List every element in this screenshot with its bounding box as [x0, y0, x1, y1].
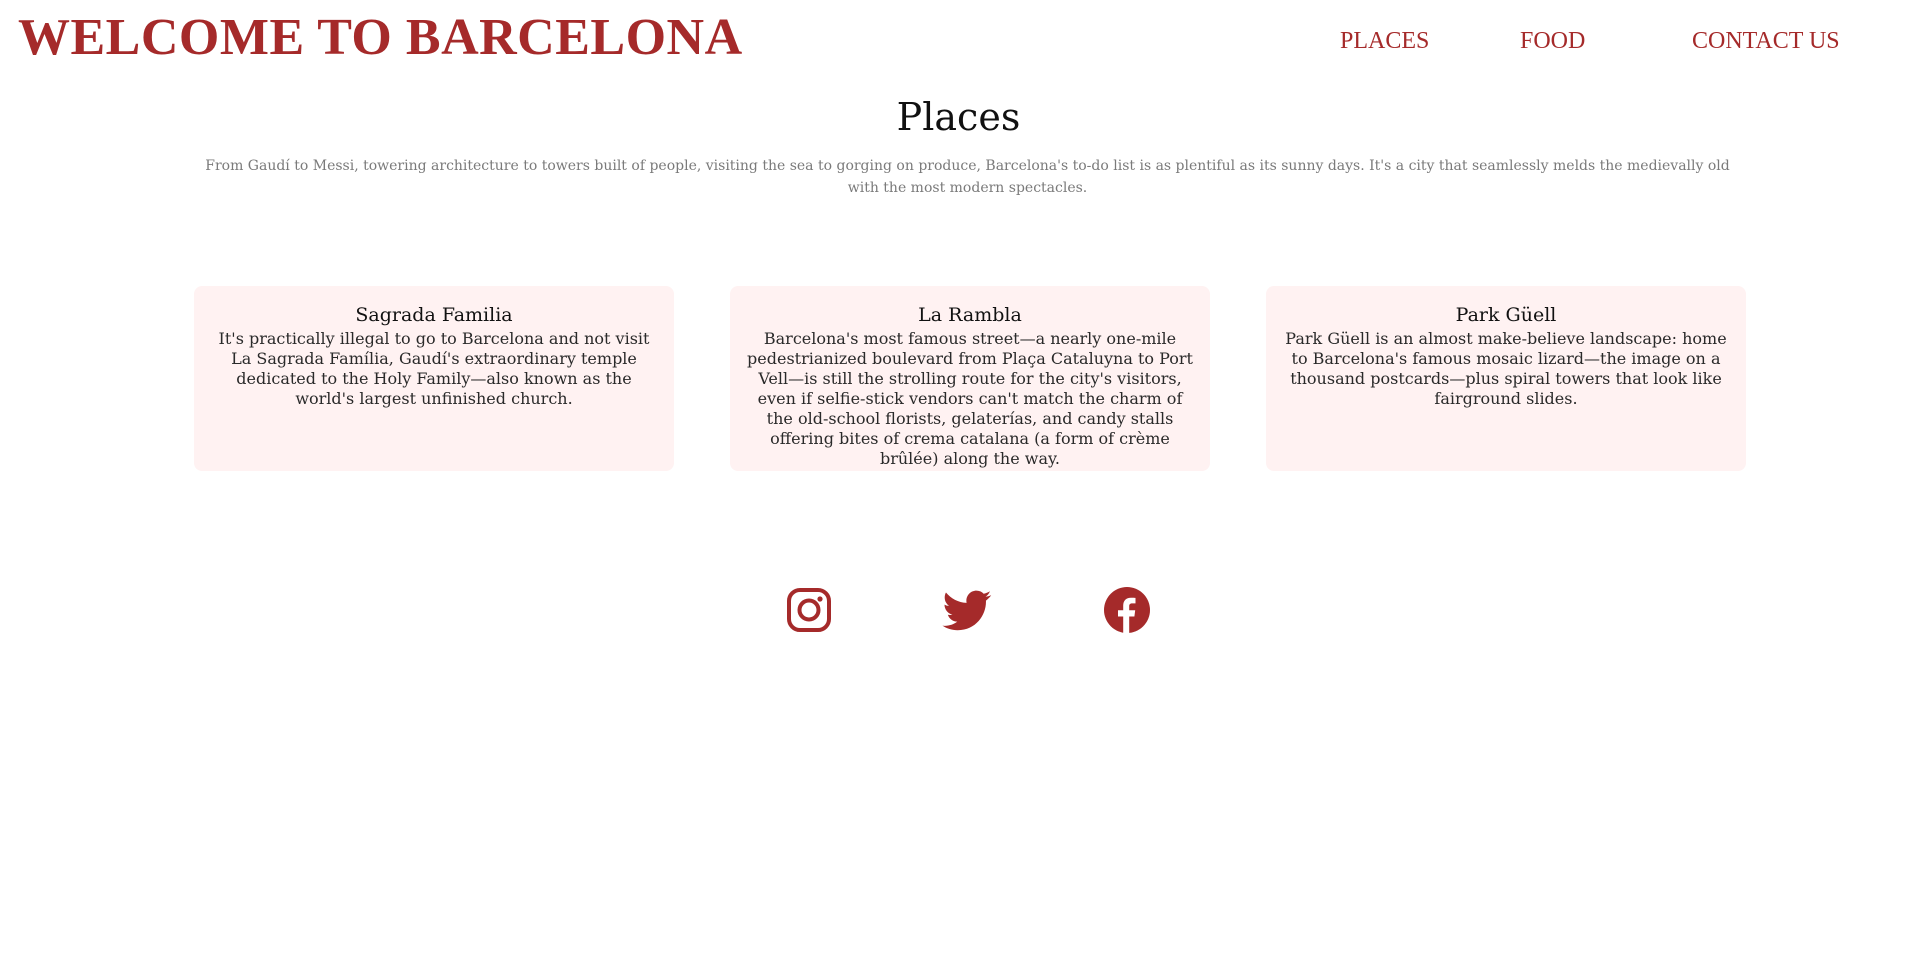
instagram-icon[interactable] — [784, 585, 834, 635]
social-links — [0, 585, 1917, 635]
card-title: La Rambla — [918, 304, 1022, 326]
nav-link-food[interactable]: FOOD — [1520, 28, 1585, 55]
places-intro-text: From Gaudí to Messi, towering architectu… — [205, 158, 1730, 196]
card-text: Park Güell is an almost make-believe lan… — [1285, 328, 1727, 408]
places-cards: Sagrada Familia It's practically illegal… — [194, 286, 1748, 471]
place-card-la-rambla: La Rambla Barcelona's most famous street… — [730, 286, 1210, 471]
card-title: Sagrada Familia — [355, 304, 513, 326]
site-header: WELCOME TO BARCELONA PLACES FOOD CONTACT… — [0, 0, 1917, 90]
card-title: Park Güell — [1455, 304, 1557, 326]
page-title: Places — [896, 95, 1021, 139]
site-title: WELCOME TO BARCELONA — [18, 9, 743, 66]
nav-link-contact-us[interactable]: CONTACT US — [1692, 28, 1840, 55]
place-card-sagrada-familia: Sagrada Familia It's practically illegal… — [194, 286, 674, 471]
card-text: It's practically illegal to go to Barcel… — [218, 328, 650, 408]
card-text: Barcelona's most famous street—a nearly … — [747, 328, 1193, 468]
facebook-icon[interactable] — [1102, 585, 1152, 635]
place-card-park-guell: Park Güell Park Güell is an almost make-… — [1266, 286, 1746, 471]
twitter-icon[interactable] — [942, 585, 992, 635]
nav-link-places[interactable]: PLACES — [1340, 28, 1429, 55]
